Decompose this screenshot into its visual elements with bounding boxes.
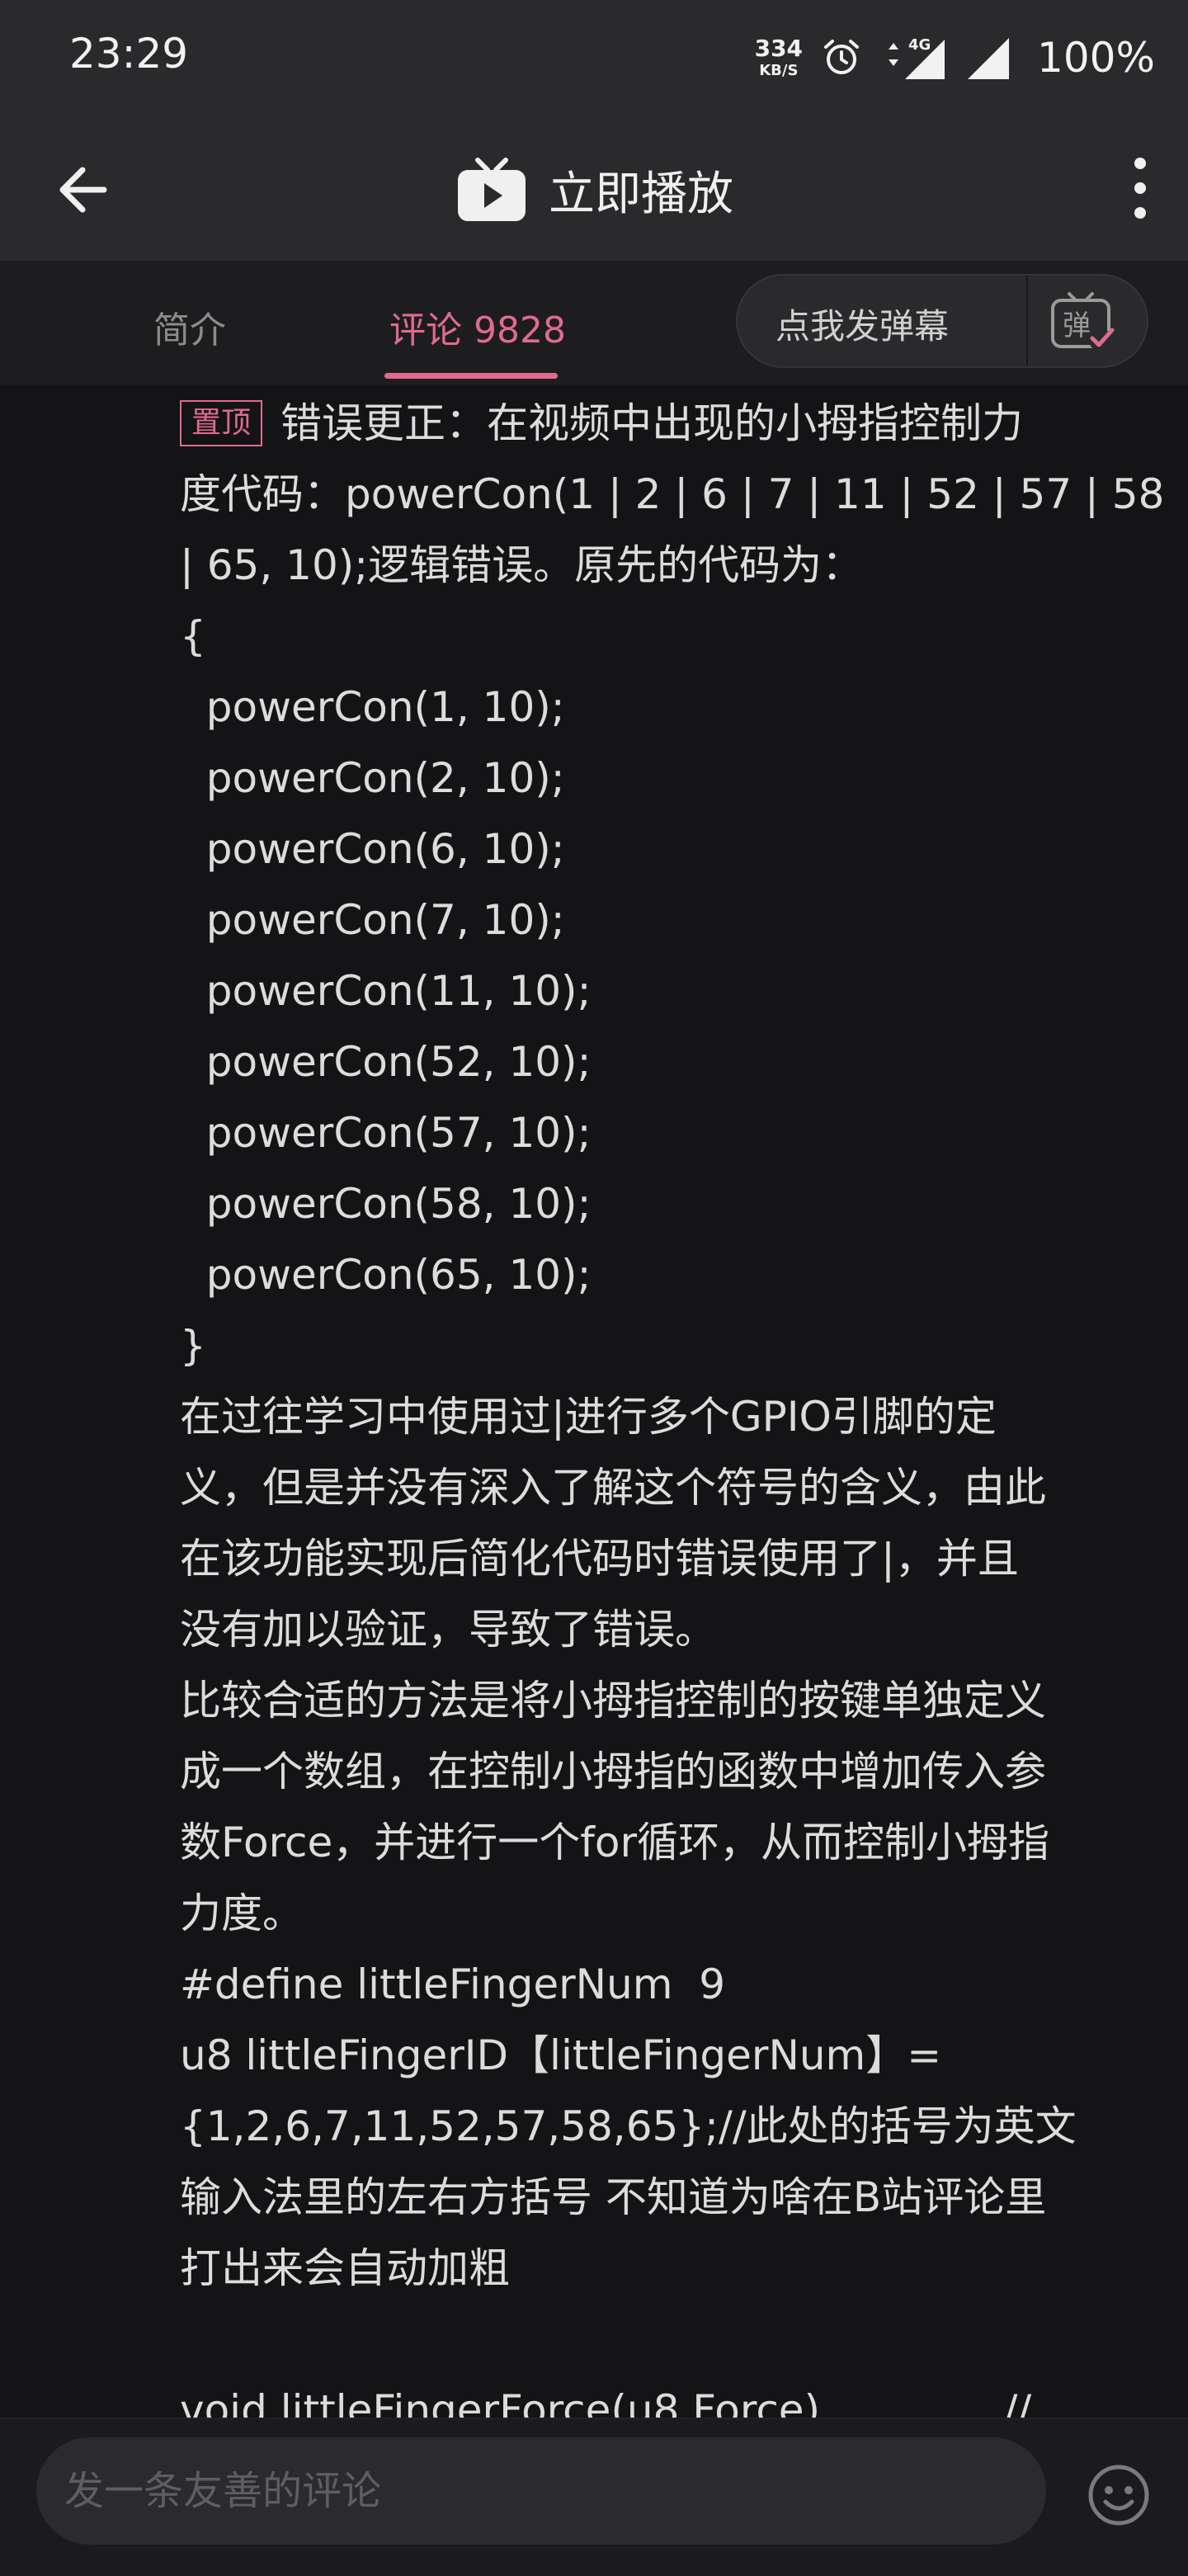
comment-line: 成一个数组，在控制小拇指的函数中增加传入参 — [180, 1748, 1046, 1795]
status-indicators: 334 KB/S 4G 100% — [755, 25, 1155, 91]
net-speed-value: 334 — [754, 35, 804, 62]
comment-line: powerCon(2, 10); — [180, 754, 565, 802]
bottom-bar: 发一条友善的评论 — [0, 2418, 1188, 2576]
comment-line: #define littleFingerNum 9 — [180, 1960, 726, 2008]
comment-line: powerCon(1, 10); — [180, 683, 565, 731]
comment-line: 在该功能实现后简化代码时错误使用了|，并且 — [180, 1535, 1019, 1583]
comment-line: powerCon(58, 10); — [180, 1180, 592, 1228]
danmaku-toggle-icon[interactable]: 弹 — [1046, 290, 1117, 355]
app-title-group[interactable]: 立即播放 — [0, 155, 1188, 224]
emoji-icon[interactable] — [1086, 2462, 1152, 2528]
comment-line — [180, 2304, 1153, 2375]
comment-line: 度代码：powerCon(1 | 2 | 6 | 7 | 11 | 52 | 5… — [180, 470, 1165, 518]
signal-icon — [968, 38, 1010, 79]
comment-line-text: 错误更正：在视频中出现的小拇指控制力 — [280, 399, 1024, 447]
status-time: 23:29 — [69, 30, 189, 78]
pin-badge: 置顶 — [180, 400, 263, 446]
battery-label: 100% — [1037, 34, 1155, 82]
comment-line: 打出来会自动加粗 — [180, 2244, 510, 2292]
pinned-comment: 置顶 错误更正：在视频中出现的小拇指控制力 度代码：powerCon(1 | 2 … — [180, 388, 1165, 2446]
tab-comments[interactable]: 评论 9828 — [389, 300, 566, 353]
net-speed-unit: KB/S — [759, 62, 799, 79]
comment-line: } — [180, 1322, 206, 1370]
comment-line: powerCon(7, 10); — [180, 896, 565, 944]
comment-line: powerCon(6, 10); — [180, 825, 565, 873]
comment-line: {1,2,6,7,11,52,57,58,65};//此处的括号为英文 — [180, 2102, 1077, 2150]
comment-line: 输入法里的左右方括号 不知道为啥在B站评论里 — [180, 2173, 1047, 2221]
net-speed: 334 KB/S — [755, 37, 803, 78]
tab-intro[interactable]: 简介 — [153, 300, 226, 353]
danmaku-icon-glyph: 弹 — [1063, 309, 1091, 342]
comment-line: 在过往学习中使用过|进行多个GPIO引脚的定 — [180, 1393, 997, 1441]
comment-line: powerCon(52, 10); — [180, 1038, 592, 1086]
comment-line: 义，但是并没有深入了解这个符号的含义，由此 — [180, 1464, 1046, 1512]
comment-input[interactable]: 发一条友善的评论 — [36, 2437, 1046, 2545]
network-type-label: 4G — [908, 36, 931, 54]
comment-line: 没有加以验证，导致了错误。 — [180, 1606, 716, 1654]
active-tab-indicator — [384, 373, 558, 379]
comment-line: 比较合适的方法是将小拇指控制的按键单独定义 — [180, 1677, 1046, 1724]
tv-play-icon — [458, 158, 526, 221]
comment-line: u8 littleFingerID【littleFingerNum】= — [180, 2031, 942, 2079]
comment-line: | 65, 10);逻辑错误。原先的代码为： — [180, 541, 864, 589]
danmaku-divider — [1026, 276, 1028, 366]
more-vertical-icon[interactable] — [1115, 149, 1165, 228]
comment-line: 置顶 错误更正：在视频中出现的小拇指控制力 — [180, 388, 1153, 459]
comment-line: 力度。 — [180, 1890, 304, 1937]
danmaku-placeholder: 点我发弹幕 — [776, 306, 950, 347]
comment-line: 数Force，并进行一个for循环，从而控制小拇指 — [180, 1819, 1050, 1866]
alarm-icon — [824, 40, 860, 74]
status-bar: 23:29 334 KB/S 4G 100% — [0, 0, 1188, 116]
signal-4g-icon: 4G — [889, 36, 945, 79]
app-bar: 立即播放 — [0, 116, 1188, 261]
comment-line: powerCon(57, 10); — [180, 1109, 592, 1157]
comment-line: powerCon(11, 10); — [180, 967, 592, 1015]
app-title: 立即播放 — [549, 167, 733, 221]
danmaku-send-button[interactable]: 点我发弹幕 弹 — [736, 274, 1148, 368]
comment-line: powerCon(65, 10); — [180, 1251, 592, 1299]
comment-line: { — [180, 612, 206, 660]
